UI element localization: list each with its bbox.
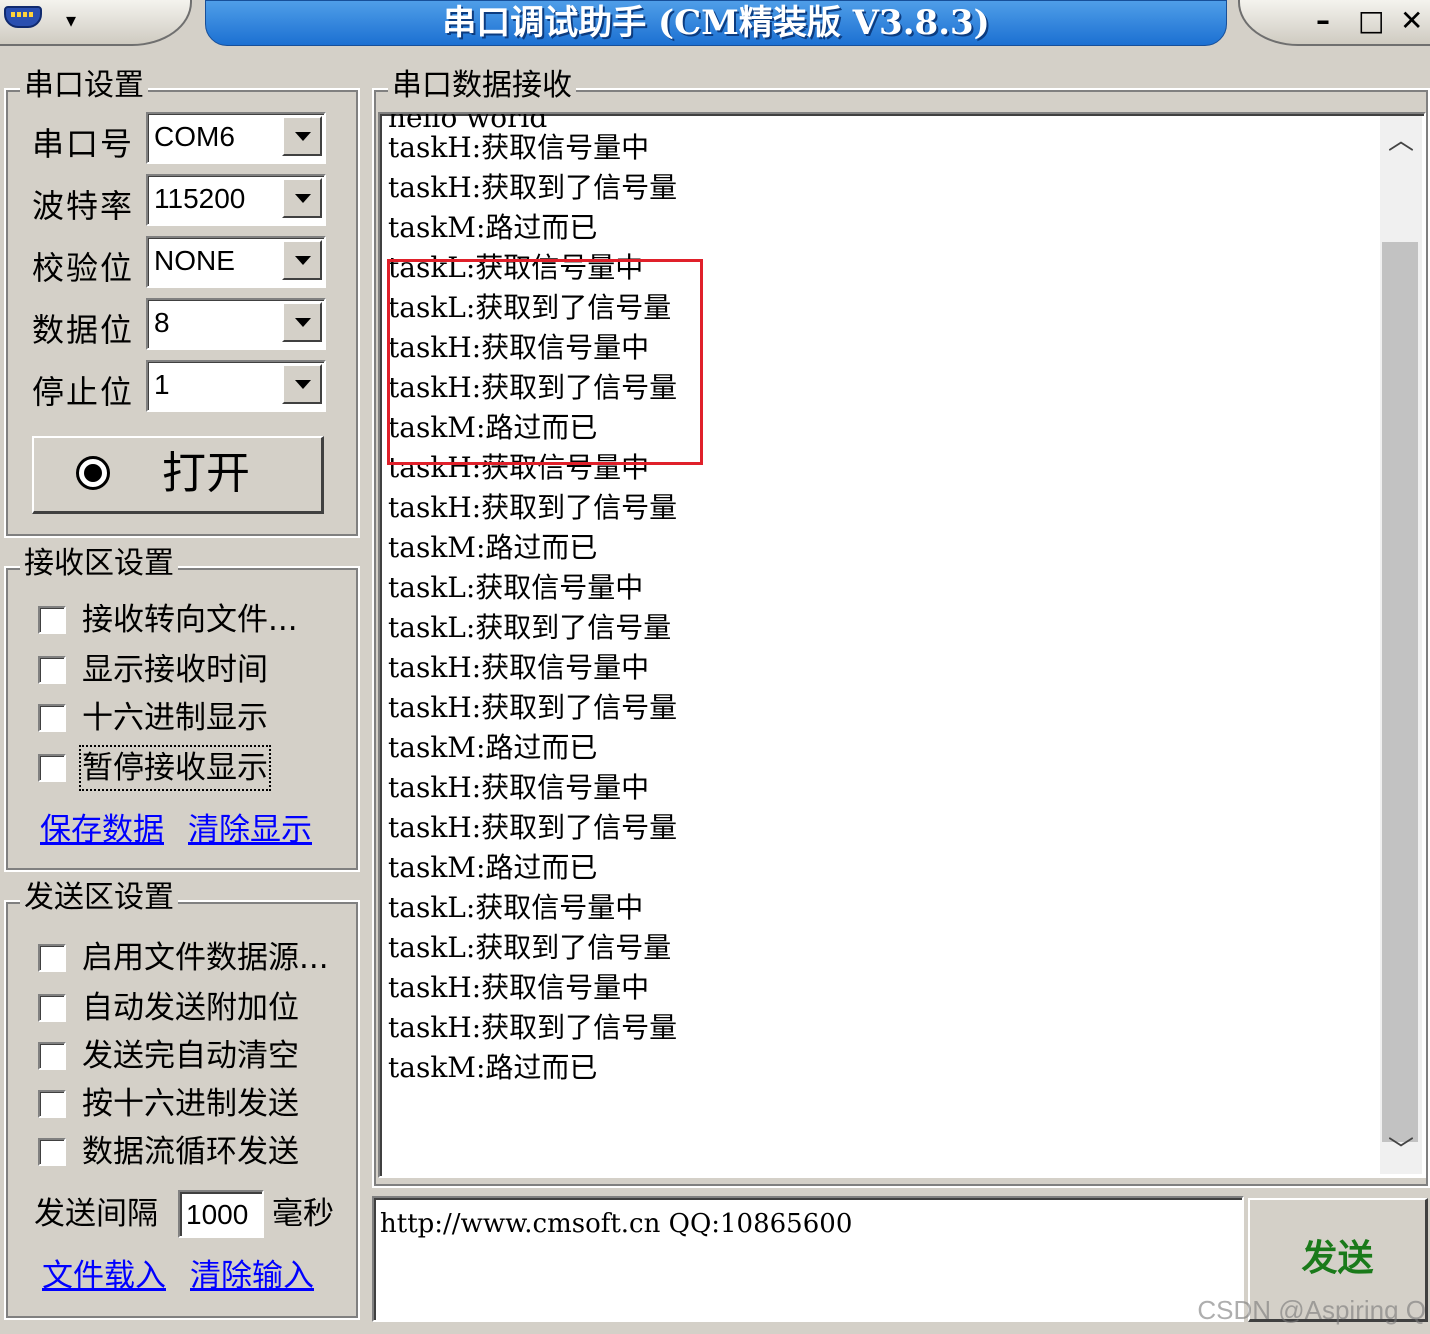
receive-line: taskM:路过而已 (388, 211, 598, 244)
chevron-down-icon[interactable] (282, 178, 322, 218)
close-icon[interactable]: ✕ (1400, 4, 1423, 38)
send-settings-title: 发送区设置 (20, 880, 178, 916)
send-interval-value: 1000 (186, 1199, 249, 1230)
receive-line: taskH:获取信号量中 (388, 131, 650, 164)
receive-scrollbar[interactable]: ︿ ﹀ (1380, 116, 1422, 1174)
data-bits-combo[interactable]: 8 (146, 298, 326, 350)
title-bar: ▾ 串口调试助手 (CM精装版 V3.8.3) – □ ✕ (0, 0, 1430, 50)
hex-display-label: 十六进制显示 (82, 700, 268, 736)
send-interval-input[interactable]: 1000 (178, 1190, 264, 1238)
port-number-combo[interactable]: COM6 (146, 112, 326, 164)
loop-send-checkbox[interactable] (38, 1138, 66, 1166)
stop-bits-value: 1 (154, 369, 170, 400)
system-menu-arrow-icon[interactable]: ▾ (66, 8, 76, 32)
clear-input-link[interactable]: 清除输入 (190, 1256, 314, 1296)
receive-line: taskM:路过而已 (388, 1051, 598, 1084)
data-bits-label: 数据位 (32, 311, 135, 349)
receive-line: taskH:获取到了信号量 (388, 491, 678, 524)
receive-data-title: 串口数据接收 (388, 68, 576, 104)
auto-clear-label: 发送完自动清空 (82, 1038, 299, 1074)
show-receive-time-checkbox[interactable] (38, 656, 66, 684)
send-button-label: 发送 (1301, 1238, 1374, 1279)
auto-append-checkbox[interactable] (38, 994, 66, 1022)
receive-line: taskH:获取信号量中 (388, 651, 650, 684)
port-settings-title: 串口设置 (20, 68, 148, 104)
auto-clear-checkbox[interactable] (38, 1042, 66, 1070)
baud-rate-combo[interactable]: 115200 (146, 174, 326, 226)
scroll-thumb[interactable] (1382, 242, 1418, 1142)
parity-value: NONE (154, 245, 235, 276)
maximize-icon[interactable]: □ (1358, 4, 1384, 38)
port-settings-group: 串口设置 串口号 COM6 波特率 115200 校验位 NONE 数据位 8 … (4, 68, 360, 538)
hex-display-checkbox[interactable] (38, 704, 66, 732)
partial-top-line: hello world (388, 114, 1374, 128)
clear-display-link[interactable]: 清除显示 (188, 810, 312, 850)
baud-rate-value: 115200 (154, 183, 246, 214)
auto-append-label: 自动发送附加位 (82, 990, 299, 1026)
show-receive-time-label: 显示接收时间 (82, 652, 268, 688)
load-file-link[interactable]: 文件载入 (42, 1256, 166, 1296)
title-pill: 串口调试助手 (CM精装版 V3.8.3) (205, 0, 1227, 46)
chevron-down-icon[interactable] (282, 364, 322, 404)
send-settings-group: 发送区设置 启用文件数据源... 自动发送附加位 发送完自动清空 按十六进制发送… (4, 880, 360, 1320)
chevron-down-icon[interactable] (282, 116, 322, 156)
parity-label: 校验位 (32, 249, 135, 287)
receive-line: taskL:获取到了信号量 (388, 611, 672, 644)
receive-line: taskM:路过而已 (388, 731, 598, 764)
receive-line: taskL:获取到了信号量 (388, 931, 672, 964)
send-interval-label: 发送间隔 (34, 1196, 158, 1232)
receive-line: taskH:获取到了信号量 (388, 811, 678, 844)
receive-line: taskM:路过而已 (388, 851, 598, 884)
port-number-label: 串口号 (32, 125, 135, 163)
title-left-chrome: ▾ (0, 0, 192, 46)
minimize-icon[interactable]: – (1316, 4, 1330, 38)
hex-send-checkbox[interactable] (38, 1090, 66, 1118)
pause-display-checkbox[interactable] (38, 754, 66, 782)
receive-line: taskH:获取到了信号量 (388, 1011, 678, 1044)
chevron-down-icon[interactable] (282, 240, 322, 280)
serial-port-icon[interactable] (4, 6, 42, 28)
highlight-box (387, 259, 703, 465)
open-port-label: 打开 (162, 448, 250, 499)
receive-line: taskL:获取信号量中 (388, 891, 644, 924)
baud-rate-label: 波特率 (32, 187, 135, 225)
port-status-icon (76, 456, 110, 490)
stop-bits-label: 停止位 (32, 373, 135, 411)
watermark: CSDN @Aspiring Q (1197, 1295, 1426, 1325)
send-text: http://www.cmsoft.cn QQ:10865600 (380, 1209, 853, 1239)
receive-line: taskH:获取信号量中 (388, 971, 650, 1004)
receive-settings-group: 接收区设置 接收转向文件... 显示接收时间 十六进制显示 暂停接收显示 保存数… (4, 546, 360, 872)
chevron-down-icon[interactable] (282, 302, 322, 342)
receive-line: taskM:路过而已 (388, 531, 598, 564)
loop-send-label: 数据流循环发送 (82, 1134, 299, 1170)
receive-line: taskH:获取信号量中 (388, 771, 650, 804)
send-text-area[interactable]: http://www.cmsoft.cn QQ:10865600 (372, 1196, 1244, 1322)
receive-line: taskL:获取信号量中 (388, 571, 644, 604)
window-title: 串口调试助手 (CM精装版 V3.8.3) (442, 3, 990, 43)
file-data-source-checkbox[interactable] (38, 944, 66, 972)
hex-send-label: 按十六进制发送 (82, 1086, 299, 1122)
stop-bits-combo[interactable]: 1 (146, 360, 326, 412)
port-number-value: COM6 (154, 121, 235, 152)
data-bits-value: 8 (154, 307, 170, 338)
send-interval-unit: 毫秒 (272, 1196, 334, 1232)
receive-line: taskH:获取到了信号量 (388, 691, 678, 724)
save-data-link[interactable]: 保存数据 (40, 810, 164, 850)
receive-settings-title: 接收区设置 (20, 546, 178, 582)
scroll-up-icon[interactable]: ︿ (1380, 120, 1422, 162)
pause-display-label: 暂停接收显示 (79, 745, 271, 791)
receive-to-file-label: 接收转向文件... (82, 602, 298, 638)
receive-to-file-checkbox[interactable] (38, 606, 66, 634)
receive-line: taskH:获取到了信号量 (388, 171, 678, 204)
scroll-down-icon[interactable]: ﹀ (1380, 1130, 1422, 1172)
file-data-source-label: 启用文件数据源... (82, 940, 329, 976)
parity-combo[interactable]: NONE (146, 236, 326, 288)
open-port-button[interactable]: 打开 (32, 436, 324, 514)
